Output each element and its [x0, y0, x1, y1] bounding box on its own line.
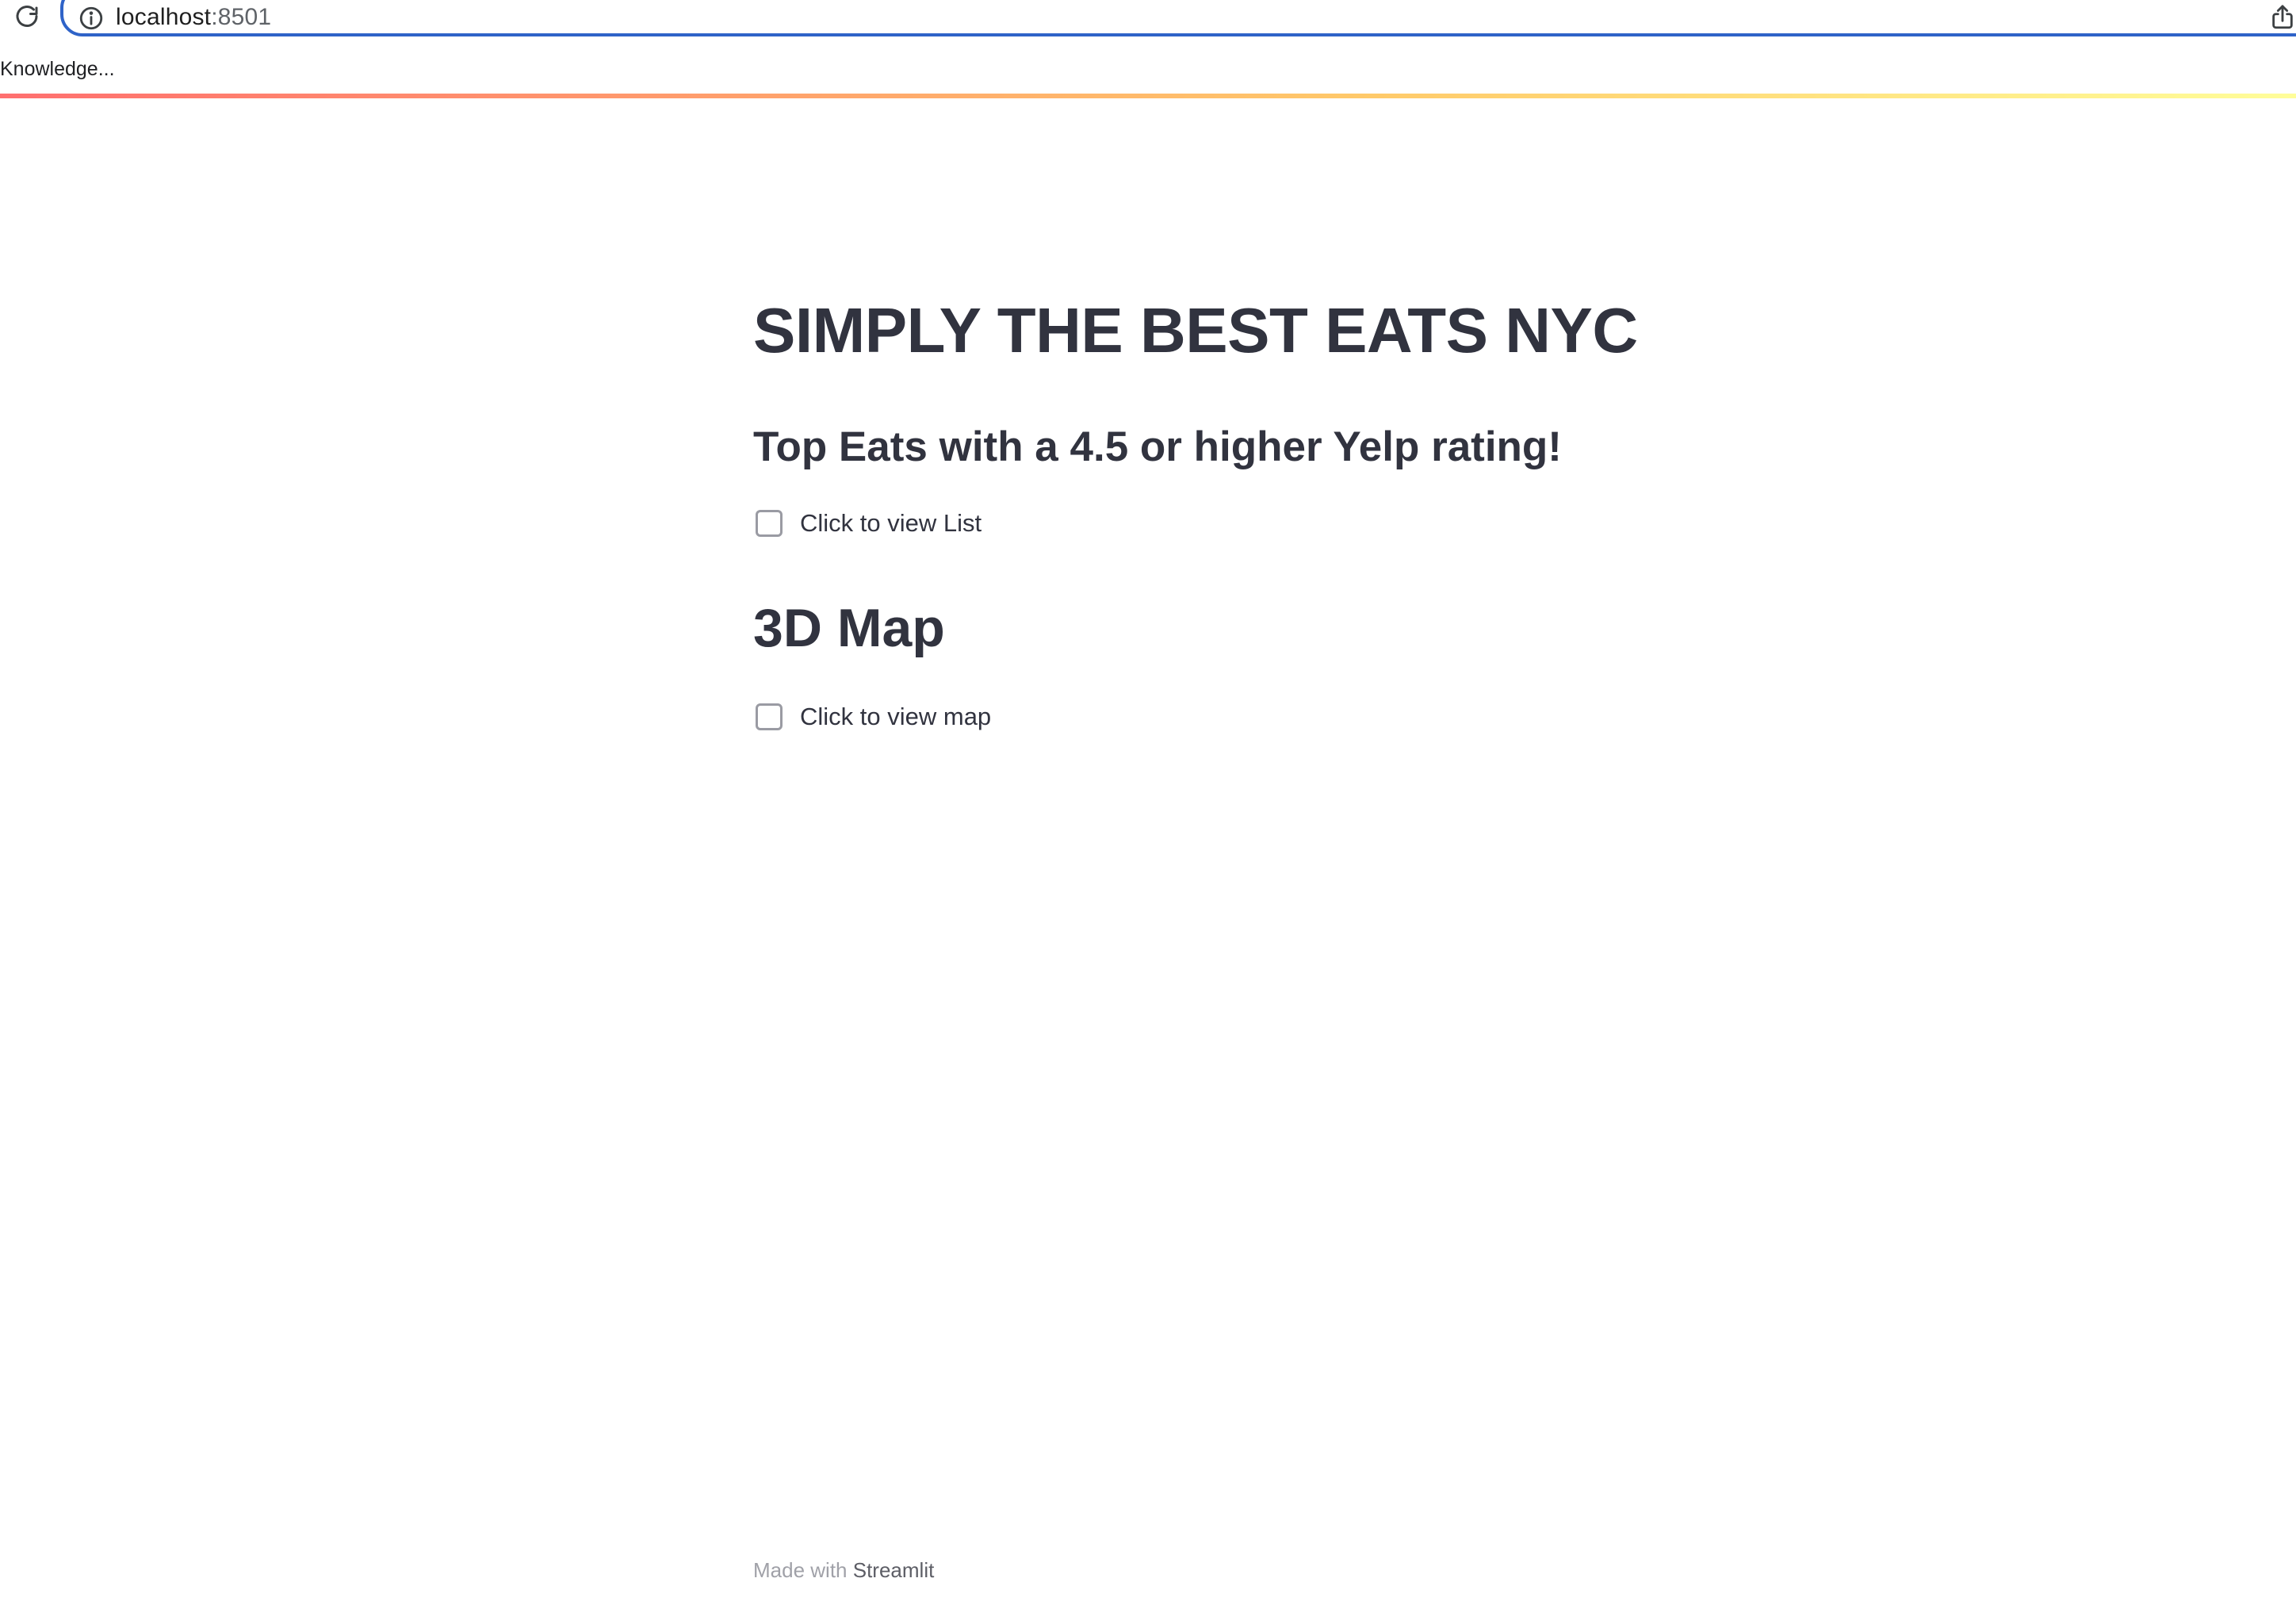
footer-prefix: Made with: [753, 1558, 848, 1582]
app-main-block: SIMPLY THE BEST EATS NYC Top Eats with a…: [753, 98, 1863, 1605]
view-map-checkbox-box[interactable]: [756, 703, 783, 730]
share-icon[interactable]: [2269, 3, 2296, 32]
address-url[interactable]: localhost:8501: [116, 2, 271, 33]
footer: Made with Streamlit: [753, 1554, 934, 1586]
bookmark-knowledge[interactable]: Knowledge...: [0, 56, 115, 82]
info-icon[interactable]: [78, 5, 105, 32]
view-list-checkbox-box[interactable]: [756, 510, 783, 537]
reload-icon[interactable]: [13, 3, 41, 32]
map-section-header: 3D Map: [753, 598, 945, 658]
top-eats-subheader: Top Eats with a 4.5 or higher Yelp ratin…: [753, 423, 1562, 470]
bookmarks-bar: Knowledge...: [0, 44, 2296, 94]
url-port: :8501: [211, 4, 272, 30]
view-map-checkbox-label[interactable]: Click to view map: [800, 699, 991, 734]
address-bar[interactable]: [60, 0, 2296, 36]
url-host: localhost: [116, 4, 212, 30]
page-title: SIMPLY THE BEST EATS NYC: [753, 295, 1638, 366]
view-list-checkbox-label[interactable]: Click to view List: [800, 506, 982, 541]
view-list-checkbox[interactable]: Click to view List: [753, 506, 982, 541]
browser-toolbar: localhost:8501: [0, 0, 2296, 44]
streamlit-link[interactable]: Streamlit: [853, 1558, 935, 1582]
view-map-checkbox[interactable]: Click to view map: [753, 699, 991, 734]
